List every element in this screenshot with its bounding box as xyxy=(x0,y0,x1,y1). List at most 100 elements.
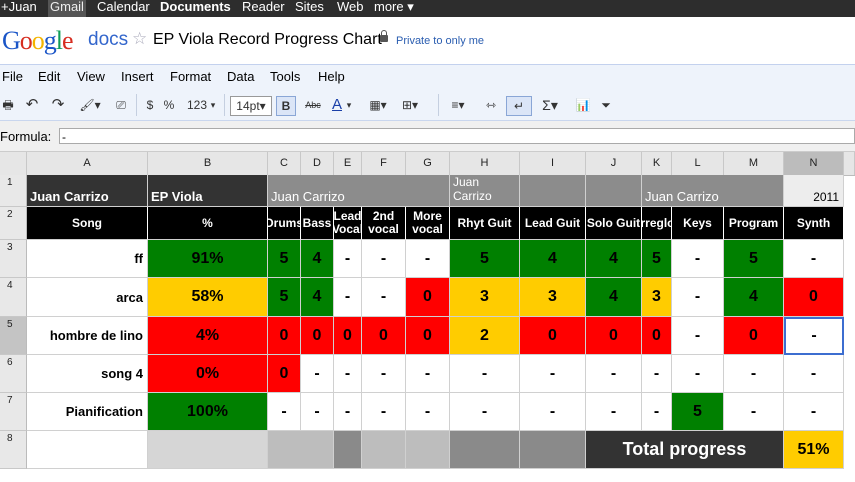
cell-f8[interactable] xyxy=(362,431,406,469)
menu-file[interactable]: File xyxy=(2,69,23,84)
cell-k4[interactable]: 3 xyxy=(642,278,672,317)
fill-color-icon[interactable]: ▦▾ xyxy=(366,96,390,114)
header-cell-m[interactable]: Program xyxy=(724,207,784,240)
cell-n7[interactable]: - xyxy=(784,393,844,431)
cell-i5[interactable]: 0 xyxy=(520,317,586,355)
cell-a1[interactable]: Juan Carrizo xyxy=(27,175,148,207)
cell-c7[interactable]: - xyxy=(268,393,301,431)
cell-i8[interactable] xyxy=(520,431,586,469)
column-header-k[interactable]: K xyxy=(642,152,672,175)
cell-m7[interactable]: - xyxy=(724,393,784,431)
star-icon[interactable]: ☆ xyxy=(132,29,147,49)
column-header-i[interactable]: I xyxy=(520,152,586,175)
cell-g3[interactable]: - xyxy=(406,240,450,278)
cell-e6[interactable]: - xyxy=(334,355,362,393)
gmail-link[interactable]: Gmail xyxy=(48,0,86,17)
document-title[interactable]: EP Viola Record Progress Chart xyxy=(153,31,382,49)
cell-h7[interactable]: - xyxy=(450,393,520,431)
cell-c5[interactable]: 0 xyxy=(268,317,301,355)
cell-c1[interactable]: Juan Carrizo xyxy=(268,175,450,207)
cell-j7[interactable]: - xyxy=(586,393,642,431)
cell-k5[interactable]: 0 xyxy=(642,317,672,355)
song-percent-cell[interactable]: 0% xyxy=(148,355,268,393)
calendar-link[interactable]: Calendar xyxy=(97,0,150,17)
currency-button[interactable]: $ xyxy=(143,96,157,114)
song-percent-cell[interactable]: 4% xyxy=(148,317,268,355)
cell-h4[interactable]: 3 xyxy=(450,278,520,317)
song-name-cell[interactable]: song 4 xyxy=(27,355,148,393)
column-header-h[interactable]: H xyxy=(450,152,520,175)
total-progress-label[interactable]: Total progress xyxy=(586,431,784,469)
cell-e3[interactable]: - xyxy=(334,240,362,278)
cell-g7[interactable]: - xyxy=(406,393,450,431)
sum-button[interactable]: Σ▾ xyxy=(538,96,562,114)
header-cell-f[interactable]: 2nd vocal xyxy=(362,207,406,240)
cell-g6[interactable]: - xyxy=(406,355,450,393)
chevron-down-icon[interactable]: ▾ xyxy=(843,321,844,332)
filter-icon[interactable]: ⏷ xyxy=(598,96,614,114)
column-header-d[interactable]: D xyxy=(301,152,334,175)
song-name-cell[interactable]: arca xyxy=(27,278,148,317)
cell-g8[interactable] xyxy=(406,431,450,469)
cell-j1[interactable] xyxy=(586,175,642,207)
column-header-l[interactable]: L xyxy=(672,152,724,175)
header-cell-j[interactable]: Solo Guit xyxy=(586,207,642,240)
cell-l7[interactable]: 5 xyxy=(672,393,724,431)
cell-k6[interactable]: - xyxy=(642,355,672,393)
cell-l6[interactable]: - xyxy=(672,355,724,393)
corner-cell[interactable] xyxy=(0,152,27,175)
cell-c6[interactable]: 0 xyxy=(268,355,301,393)
song-percent-cell[interactable]: 91% xyxy=(148,240,268,278)
cell-d6[interactable]: - xyxy=(301,355,334,393)
column-header-a[interactable]: A xyxy=(27,152,148,175)
song-percent-cell[interactable]: 100% xyxy=(148,393,268,431)
cell-h3[interactable]: 5 xyxy=(450,240,520,278)
cell-e5[interactable]: 0 xyxy=(334,317,362,355)
cell-a8[interactable] xyxy=(27,431,148,469)
cell-n1[interactable]: 2011 xyxy=(784,175,844,207)
menu-format[interactable]: Format xyxy=(170,69,211,84)
cell-b8[interactable] xyxy=(148,431,268,469)
cell-m3[interactable]: 5 xyxy=(724,240,784,278)
menu-view[interactable]: View xyxy=(77,69,105,84)
font-size-select[interactable]: 14pt▾ xyxy=(230,96,272,116)
cell-e4[interactable]: - xyxy=(334,278,362,317)
cell-n5[interactable]: -▾ xyxy=(784,317,844,355)
cell-g4[interactable]: 0 xyxy=(406,278,450,317)
row-header-5[interactable]: 5 xyxy=(0,317,27,355)
align-icon[interactable]: ≡▾ xyxy=(446,96,470,114)
cell-k1[interactable]: Juan Carrizo xyxy=(642,175,784,207)
column-header-n[interactable]: N xyxy=(784,152,844,175)
row-header-8[interactable]: 8 xyxy=(0,431,27,469)
cell-k3[interactable]: 5 xyxy=(642,240,672,278)
header-cell-d[interactable]: Bass xyxy=(301,207,334,240)
user-link[interactable]: +Juan xyxy=(1,0,37,17)
formula-input[interactable]: - xyxy=(59,128,855,144)
cell-c8[interactable] xyxy=(268,431,334,469)
header-cell-h[interactable]: Rhyt Guit xyxy=(450,207,520,240)
number-format-button[interactable]: 123 xyxy=(186,96,208,114)
header-cell-i[interactable]: Lead Guit xyxy=(520,207,586,240)
header-cell-g[interactable]: More vocal xyxy=(406,207,450,240)
song-percent-cell[interactable]: 58% xyxy=(148,278,268,317)
column-header-f[interactable]: F xyxy=(362,152,406,175)
menu-insert[interactable]: Insert xyxy=(121,69,154,84)
cell-d7[interactable]: - xyxy=(301,393,334,431)
cell-m5[interactable]: 0 xyxy=(724,317,784,355)
row-header-3[interactable]: 3 xyxy=(0,240,27,278)
row-header-4[interactable]: 4 xyxy=(0,278,27,317)
cell-i6[interactable]: - xyxy=(520,355,586,393)
header-cell-l[interactable]: Keys xyxy=(672,207,724,240)
cell-h5[interactable]: 2 xyxy=(450,317,520,355)
column-header-m[interactable]: M xyxy=(724,152,784,175)
privacy-link[interactable]: Private to only me xyxy=(396,35,484,47)
cell-g5[interactable]: 0 xyxy=(406,317,450,355)
borders-icon[interactable]: ⊞▾ xyxy=(398,96,422,114)
cell-e7[interactable]: - xyxy=(334,393,362,431)
cell-i4[interactable]: 3 xyxy=(520,278,586,317)
song-name-cell[interactable]: ff xyxy=(27,240,148,278)
sites-link[interactable]: Sites xyxy=(295,0,324,17)
cell-j5[interactable]: 0 xyxy=(586,317,642,355)
format-painter-icon[interactable]: 🖌▾ xyxy=(78,96,102,114)
cell-c3[interactable]: 5 xyxy=(268,240,301,278)
